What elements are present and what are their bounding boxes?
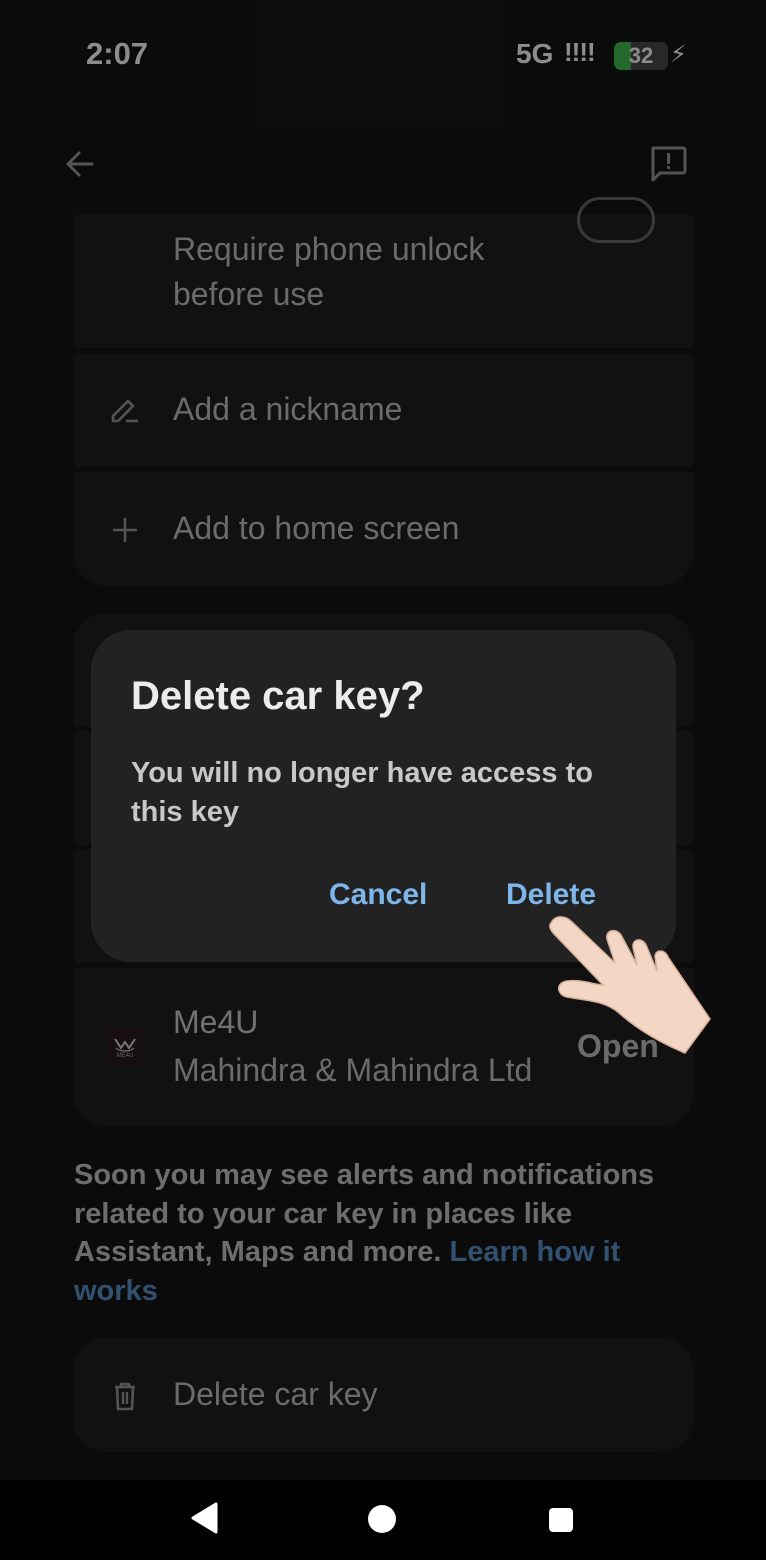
navigation-bar — [0, 1480, 766, 1560]
dialog-message: You will no longer have access to this k… — [131, 757, 593, 828]
screen: 2:07 5G !!!! 32 ⚡ Require phone unlock b… — [0, 0, 766, 1560]
nav-recents-icon[interactable] — [549, 1508, 573, 1532]
cancel-button[interactable]: Cancel — [329, 878, 427, 912]
nav-home-icon[interactable] — [368, 1505, 396, 1533]
nav-back-icon[interactable] — [190, 1502, 218, 1534]
tap-hand-icon — [549, 916, 711, 1054]
dialog-title: Delete car key? — [131, 674, 425, 718]
